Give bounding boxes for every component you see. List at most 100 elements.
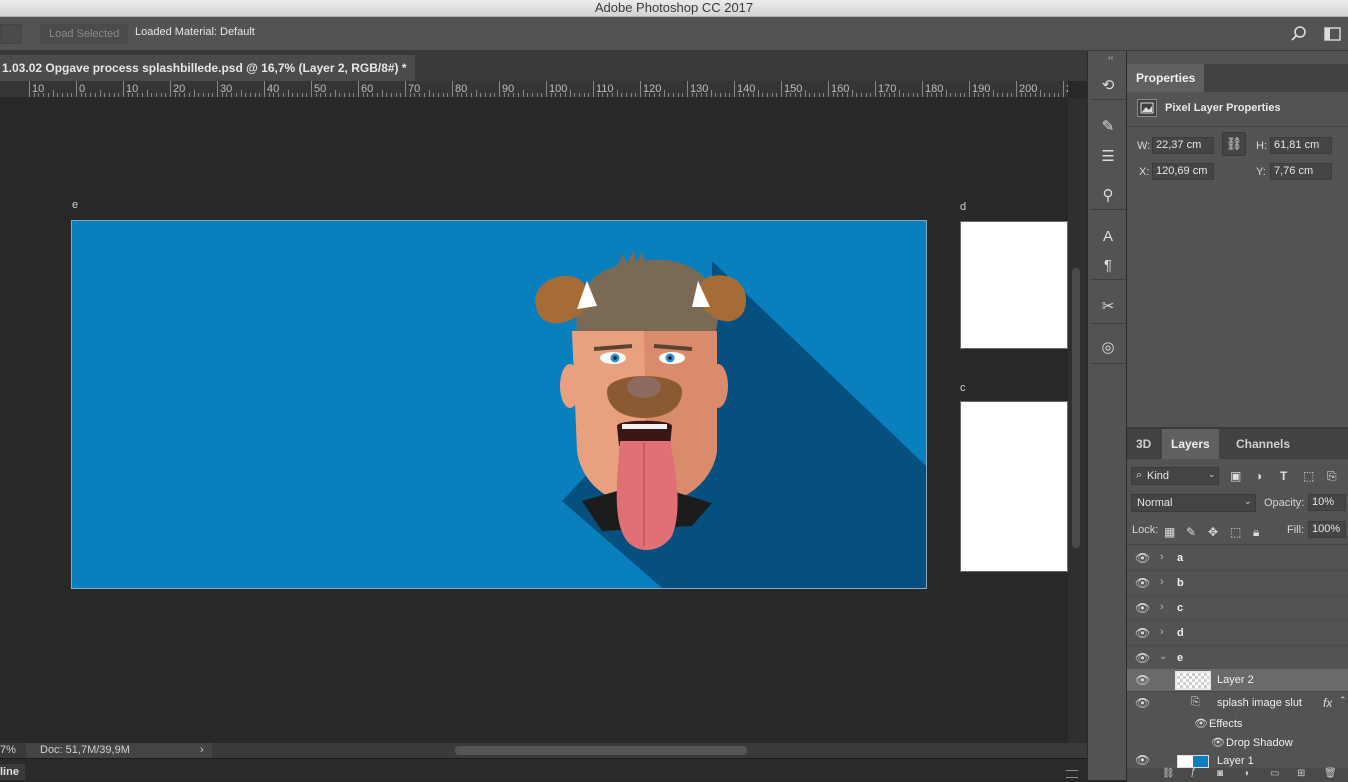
lock-image-icon[interactable]: ✎ — [1186, 525, 1196, 539]
chevron-right-icon[interactable]: › — [1160, 551, 1164, 563]
ruler-major-tick — [405, 81, 406, 97]
fill-field[interactable]: 100% — [1308, 521, 1346, 538]
opacity-field[interactable]: 10% — [1308, 494, 1346, 511]
ruler-minor-tick — [466, 93, 468, 97]
horizontal-ruler[interactable]: 10 0 10 20 30 40 50 60 70 80 90 100 110 120 130 140 150 1… — [0, 81, 1068, 98]
lock-artboard-icon[interactable]: ⬚ — [1230, 525, 1241, 539]
chevron-right-icon[interactable]: › — [1160, 576, 1164, 588]
artboard-e[interactable] — [71, 220, 927, 589]
document-tab[interactable]: 1.03.02 Opgave process splashbillede.psd… — [0, 55, 415, 81]
canvas-area[interactable]: e d c — [0, 98, 1068, 743]
layer-group-e[interactable]: 👁︎ ⌄ e — [1127, 646, 1348, 671]
timeline-tab[interactable]: line — [0, 764, 25, 780]
history-icon[interactable]: ⟲ — [1098, 76, 1118, 96]
filter-smart-object-icon[interactable]: ⎘ — [1327, 469, 1337, 484]
layer-row-layer-1[interactable]: 👁︎ Layer 1 — [1127, 753, 1348, 768]
layer-group-d[interactable]: 👁︎ › d — [1127, 621, 1348, 646]
effects-row[interactable]: 👁︎ Effects — [1127, 715, 1348, 734]
lock-transparent-icon[interactable]: ▦ — [1164, 525, 1175, 539]
panel-menu-icon[interactable] — [1066, 770, 1078, 778]
fx-icon[interactable]: fx — [1323, 696, 1332, 710]
link-icon[interactable]: ⛓ — [1222, 132, 1246, 156]
tab-3d[interactable]: 3D — [1127, 429, 1160, 459]
tab-layers[interactable]: Layers — [1162, 429, 1219, 459]
zoom-level[interactable]: 7% — [0, 744, 16, 756]
eye-icon[interactable]: 👁︎ — [1135, 692, 1150, 717]
eye-icon[interactable]: 👁︎ — [1135, 621, 1150, 646]
filter-adjustment-icon[interactable]: ◑ — [1255, 469, 1262, 483]
y-field[interactable]: 7,76 cm — [1270, 163, 1332, 180]
eye-icon[interactable]: 👁︎ — [1135, 546, 1150, 571]
new-group-icon[interactable]: ▭ — [1270, 768, 1279, 779]
eye-icon[interactable]: 👁︎ — [1135, 669, 1150, 694]
eye-icon[interactable]: 👁︎ — [1194, 717, 1208, 730]
collapse-icon[interactable]: ‹‹ — [1108, 53, 1113, 62]
chevron-down-icon[interactable]: ⌄ — [1159, 651, 1167, 662]
artboard-label-d[interactable]: d — [960, 201, 966, 213]
artboard-d[interactable] — [960, 221, 1068, 349]
load-selected-button[interactable]: Load Selected — [40, 24, 129, 44]
clone-source-icon[interactable]: ⚲ — [1098, 186, 1118, 206]
search-icon[interactable] — [1289, 24, 1309, 44]
vertical-scroll-thumb[interactable] — [1072, 268, 1080, 548]
brush-presets-icon[interactable]: ✎ — [1098, 117, 1118, 137]
ruler-minor-tick — [625, 93, 627, 97]
paragraph-icon[interactable]: ¶ — [1098, 256, 1118, 276]
eye-icon[interactable]: 👁︎ — [1135, 646, 1150, 671]
chevron-right-icon[interactable]: › — [1160, 626, 1164, 638]
libraries-icon[interactable]: ◎ — [1098, 338, 1118, 358]
layer-group-c[interactable]: 👁︎ › c — [1127, 596, 1348, 621]
add-mask-icon[interactable]: ◙ — [1217, 768, 1223, 779]
new-adjustment-icon[interactable]: ◑ — [1243, 768, 1249, 779]
layer-row-smart-object[interactable]: 👁︎ ⎘ splash image slut fx ⌃ — [1127, 692, 1348, 715]
drop-shadow-row[interactable]: 👁︎ Drop Shadow — [1127, 734, 1348, 753]
ruler-minor-tick — [292, 93, 294, 97]
layer-row-layer-2[interactable]: 👁︎ Layer 2 — [1127, 669, 1348, 692]
ruler-minor-tick — [94, 93, 96, 97]
filter-type-icon[interactable]: T — [1280, 469, 1287, 483]
panel-icon-strip: ‹‹ ⟲ ✎ ☰ ⚲ A ¶ ✂ ◎ — [1087, 51, 1127, 780]
x-field[interactable]: 120,69 cm — [1152, 163, 1214, 180]
lock-all-icon[interactable]: 🔒︎ — [1253, 525, 1259, 540]
height-field[interactable]: 61,81 cm — [1270, 137, 1332, 154]
layer-group-b[interactable]: 👁︎ › b — [1127, 571, 1348, 596]
link-layers-icon[interactable]: ⛓ — [1162, 768, 1175, 779]
artboard-label-e[interactable]: e — [72, 199, 78, 211]
lock-position-icon[interactable]: ✥ — [1208, 525, 1218, 539]
ruler-minor-tick — [90, 93, 92, 97]
workspace-icon[interactable] — [1323, 24, 1343, 44]
layer-group-a[interactable]: 👁︎ › a — [1127, 546, 1348, 571]
ruler-minor-tick — [719, 93, 721, 97]
tab-channels[interactable]: Channels — [1227, 429, 1299, 459]
artboard-c[interactable] — [960, 401, 1068, 572]
delete-layer-icon[interactable]: 🗑︎ — [1324, 768, 1337, 779]
tool-presets-icon[interactable]: ✂ — [1098, 297, 1118, 317]
ruler-minor-tick — [903, 93, 905, 97]
chevron-up-icon[interactable]: ⌃ — [1339, 695, 1347, 706]
blend-mode-select[interactable]: Normal ⌄ — [1131, 494, 1256, 512]
artboard-label-c[interactable]: c — [960, 382, 966, 394]
eye-icon[interactable]: 👁︎ — [1135, 753, 1150, 768]
character-icon[interactable]: A — [1098, 227, 1118, 247]
eye-icon[interactable]: 👁︎ — [1211, 736, 1225, 749]
chevron-right-icon[interactable]: › — [1160, 601, 1164, 613]
layer-thumbnail[interactable] — [1175, 671, 1211, 690]
title-bar: Adobe Photoshop CC 2017 — [0, 0, 1348, 17]
filter-pixel-icon[interactable]: ▣ — [1230, 469, 1241, 483]
adjustments-icon[interactable]: ☰ — [1098, 147, 1118, 167]
horizontal-scroll-thumb[interactable] — [455, 746, 747, 755]
width-field[interactable]: 22,37 cm — [1152, 137, 1214, 154]
ruler-minor-tick — [531, 93, 533, 97]
tool-preset-picker[interactable] — [0, 24, 22, 44]
ruler-minor-tick — [564, 93, 566, 97]
status-menu-arrow[interactable]: › — [200, 744, 204, 756]
tab-properties[interactable]: Properties — [1127, 64, 1205, 92]
new-layer-icon[interactable]: ⊞ — [1297, 768, 1305, 779]
chevron-down-icon: ⌄ — [1244, 496, 1252, 506]
eye-icon[interactable]: 👁︎ — [1135, 596, 1150, 621]
add-style-icon[interactable]: ƒ — [1190, 767, 1196, 778]
filter-shape-icon[interactable]: ⬚ — [1303, 469, 1314, 483]
eye-icon[interactable]: 👁︎ — [1135, 571, 1150, 596]
filter-kind-select[interactable]: ⌕ Kind ⌄ — [1131, 467, 1219, 485]
ruler-minor-tick — [104, 93, 106, 97]
